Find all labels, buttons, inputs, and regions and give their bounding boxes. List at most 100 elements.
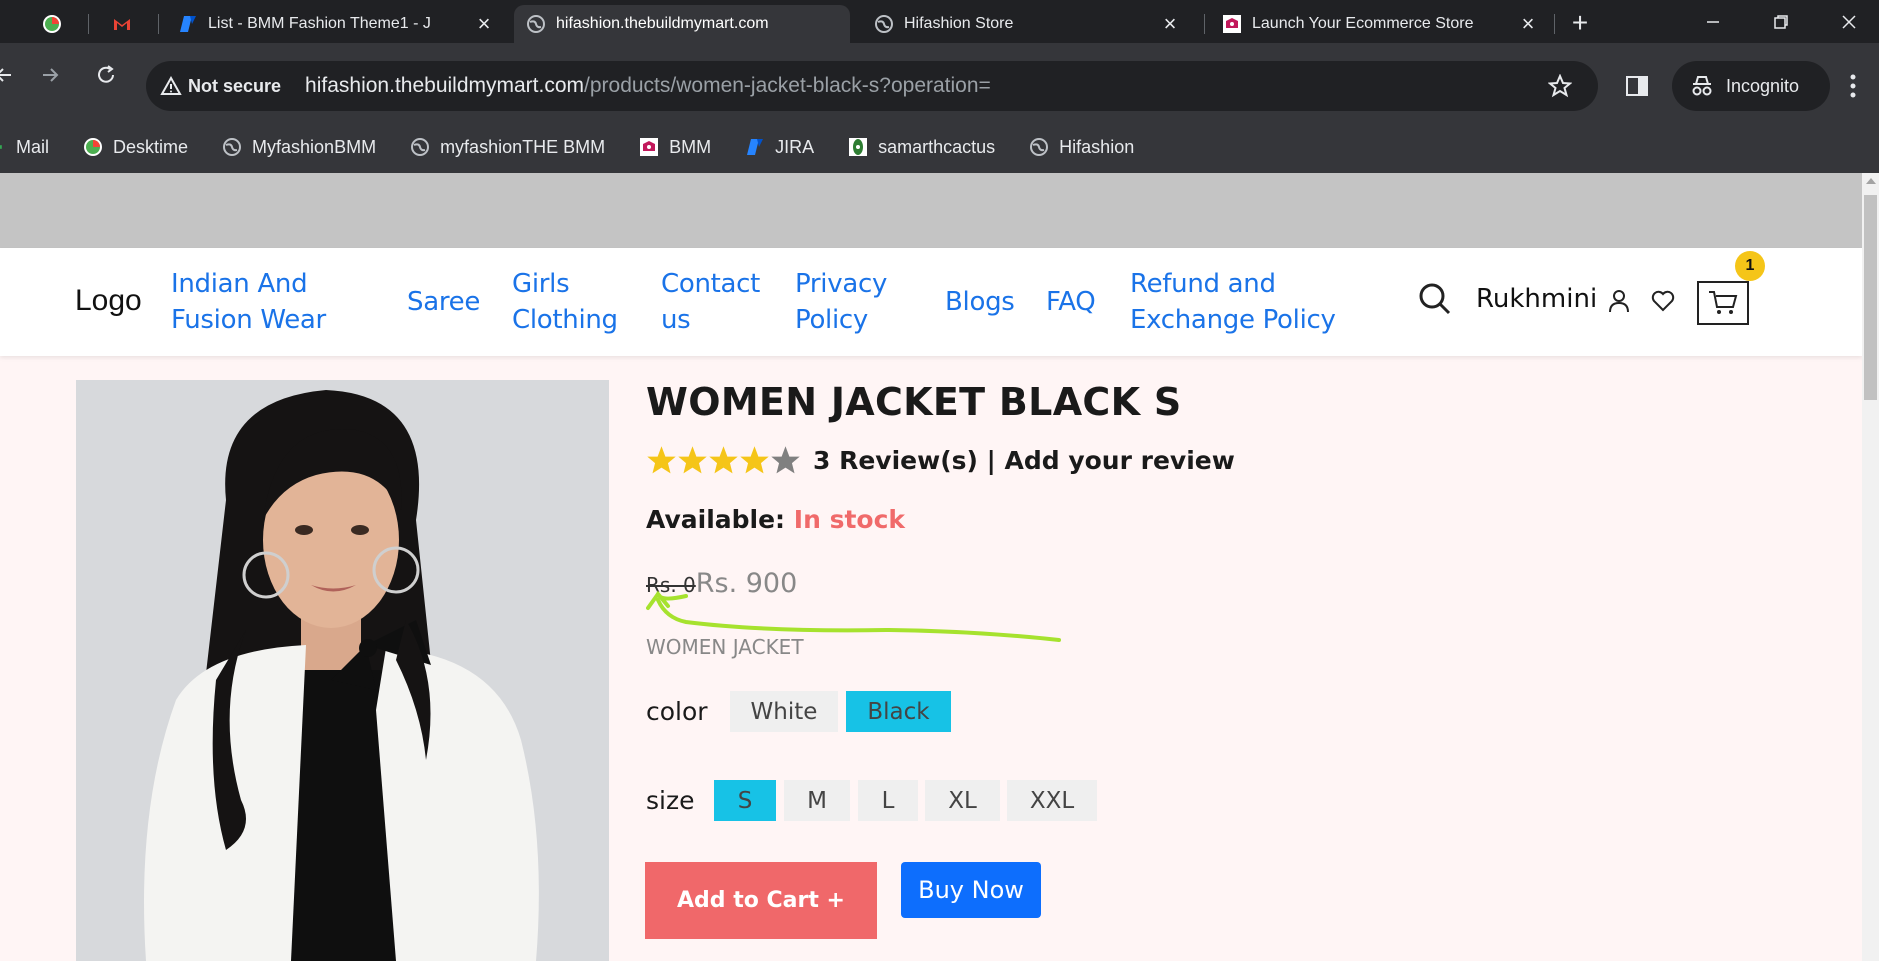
scrollbar-thumb[interactable] [1864, 195, 1877, 400]
bmm-icon [1223, 15, 1241, 33]
bookmark-myfashionbmm[interactable]: MyfashionBMM [222, 137, 376, 158]
site-logo[interactable]: Logo [75, 284, 142, 318]
url-path: /products/women-jacket-black-s?operation… [584, 74, 991, 97]
tab-3[interactable]: Launch Your Ecommerce Store × [1210, 5, 1550, 43]
address-bar[interactable]: Not secure hifashion.thebuildmymart.com/… [146, 61, 1598, 111]
url-host: hifashion.thebuildmymart.com [305, 74, 585, 97]
size-option-s[interactable]: S [714, 780, 776, 821]
site-header: Logo Indian And Fusion Wear Saree Girls Cl… [0, 248, 1862, 356]
nav-refund-exchange-policy[interactable]: Refund and Exchange Policy [1130, 266, 1336, 338]
browser-tabstrip: List - BMM Fashion Theme1 - J × hifashio… [0, 0, 1879, 43]
color-label: color [646, 697, 708, 726]
url-text: hifashion.thebuildmymart.com/products/wo… [305, 74, 991, 98]
pinned-tab-gmail[interactable] [100, 5, 150, 43]
cart-button[interactable] [1697, 281, 1749, 325]
bookmark-mail[interactable]: Mail [0, 137, 49, 158]
reload-icon [98, 65, 114, 83]
nav-blogs[interactable]: Blogs [945, 284, 1015, 320]
globe-icon [1030, 138, 1049, 156]
tab-1[interactable]: hifashion.thebuildmymart.com [514, 5, 850, 43]
globe-icon [527, 15, 545, 33]
reload-button[interactable] [88, 57, 124, 93]
star-filled-icon [709, 446, 738, 474]
user-icon[interactable] [1608, 289, 1630, 313]
close-window-button[interactable] [1819, 0, 1879, 43]
availability: Available: In stock [646, 505, 905, 534]
nav-indian-fusion-wear[interactable]: Indian And Fusion Wear [171, 266, 326, 338]
pinned-tab-desktime[interactable] [30, 5, 80, 43]
bookmark-myfashionthe-bmm[interactable]: myfashionTHE BMM [410, 137, 605, 158]
jira-icon [180, 16, 196, 32]
star-bookmark-icon[interactable] [1548, 74, 1572, 98]
incognito-indicator[interactable]: Incognito [1672, 61, 1830, 111]
close-icon [1842, 14, 1856, 29]
product-subtitle: WOMEN JACKET [646, 635, 804, 659]
size-option-xl[interactable]: XL [925, 780, 1000, 821]
forward-button[interactable] [32, 57, 68, 93]
gmail-icon [0, 145, 2, 149]
search-icon[interactable] [1418, 282, 1452, 316]
tab-title: hifashion.thebuildmymart.com [556, 15, 769, 32]
star-filled-icon [678, 446, 707, 474]
star-filled-icon [647, 446, 676, 474]
close-icon[interactable]: × [1518, 11, 1538, 37]
new-tab-button[interactable]: + [1562, 5, 1598, 41]
tab-title: List - BMM Fashion Theme1 - J [208, 15, 431, 32]
nav-girls-clothing[interactable]: Girls Clothing [512, 266, 618, 338]
bookmark-desktime[interactable]: Desktime [83, 137, 188, 158]
tab-2[interactable]: Hifashion Store × [862, 5, 1192, 43]
minimize-button[interactable] [1683, 0, 1743, 43]
star-empty-icon [771, 446, 800, 474]
tab-0[interactable]: List - BMM Fashion Theme1 - J × [166, 5, 506, 43]
size-option-m[interactable]: M [784, 780, 850, 821]
arrow-right-icon [43, 68, 59, 82]
side-panel-icon[interactable] [1625, 74, 1649, 98]
buy-now-button[interactable]: Buy Now [901, 862, 1041, 918]
bookmark-hifashion[interactable]: Hifashion [1029, 137, 1134, 158]
star-filled-icon [740, 446, 769, 474]
product-image[interactable] [76, 380, 609, 961]
bookmarks-bar: Mail Desktime MyfashionBMM myfashionTHE … [0, 121, 1879, 173]
reviews-link[interactable]: 3 Review(s) | Add your review [813, 446, 1235, 475]
nav-privacy-policy[interactable]: Privacy Policy [795, 266, 887, 338]
menu-dots-icon[interactable] [1849, 73, 1857, 99]
back-button[interactable] [0, 57, 22, 93]
user-name[interactable]: Rukhmini [1476, 284, 1597, 314]
warning-icon [160, 76, 182, 95]
cart-count-badge: 1 [1735, 251, 1765, 281]
jira-icon [747, 139, 764, 155]
size-option-l[interactable]: L [858, 780, 918, 821]
browser-toolbar: Not secure hifashion.thebuildmymart.com/… [0, 43, 1879, 128]
size-label: size [646, 786, 695, 815]
nav-contact-us[interactable]: Contact us [661, 266, 760, 338]
security-indicator[interactable]: Not secure [160, 76, 281, 97]
tab-title: Hifashion Store [904, 15, 1014, 32]
heart-icon[interactable] [1651, 290, 1675, 312]
color-option-white[interactable]: White [730, 691, 838, 732]
scroll-up-arrow-icon[interactable] [1866, 178, 1876, 184]
nav-saree[interactable]: Saree [407, 284, 480, 320]
close-icon[interactable]: × [1160, 11, 1180, 37]
not-secure-label: Not secure [188, 75, 282, 96]
stock-status: In stock [793, 505, 906, 534]
minimize-icon [1707, 20, 1719, 23]
nav-faq[interactable]: FAQ [1046, 284, 1096, 320]
bookmark-jira[interactable]: JIRA [745, 137, 814, 158]
tab-title: Launch Your Ecommerce Store [1252, 15, 1474, 32]
product-rating: 3 Review(s) | Add your review [646, 445, 1235, 476]
color-option-black[interactable]: Black [846, 691, 951, 732]
bookmark-bmm[interactable]: BMM [639, 137, 711, 158]
globe-icon [223, 138, 242, 156]
restore-button[interactable] [1751, 0, 1811, 43]
size-option-xxl[interactable]: XXL [1007, 780, 1097, 821]
incognito-icon [1692, 76, 1712, 96]
close-icon[interactable]: × [474, 11, 494, 37]
globe-icon [411, 138, 430, 156]
cart-icon [1709, 291, 1738, 314]
product-photo [76, 380, 609, 961]
availability-label: Available: [646, 505, 786, 534]
add-to-cart-button[interactable]: Add to Cart + [645, 862, 877, 939]
bookmark-samarthcactus[interactable]: samarthcactus [848, 137, 995, 158]
desktime-icon [84, 138, 103, 156]
arrow-left-icon [0, 68, 11, 82]
